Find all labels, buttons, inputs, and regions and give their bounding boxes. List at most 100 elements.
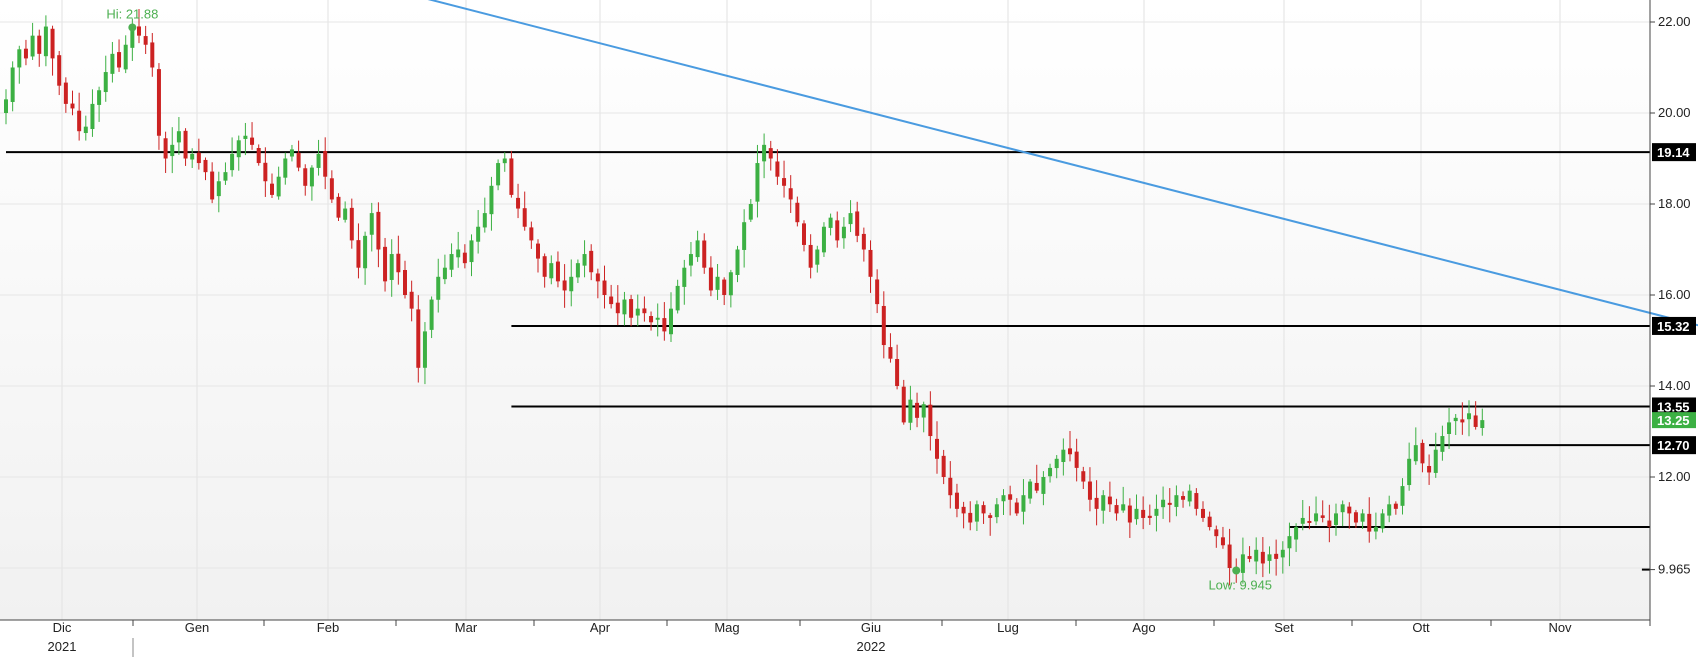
candle-body — [1074, 451, 1079, 468]
candle-body — [908, 399, 913, 423]
candle-body — [569, 276, 574, 292]
price-tick-label: 22.00 — [1658, 14, 1691, 29]
candle-body — [928, 404, 933, 437]
month-label: Ott — [1412, 620, 1430, 635]
candle-body — [655, 317, 660, 320]
candle-body — [349, 207, 354, 241]
candle-body — [183, 130, 188, 159]
month-label: Mag — [714, 620, 739, 635]
candle-body — [23, 48, 28, 59]
candle-body — [363, 235, 368, 269]
candle-body — [276, 176, 281, 197]
candle-body — [1114, 505, 1119, 514]
candle-body — [1147, 515, 1152, 518]
candle-body — [502, 158, 507, 164]
level-price-tag-text: 19.14 — [1657, 145, 1690, 160]
candle-body — [642, 308, 647, 314]
candle — [821, 222, 826, 257]
candle-body — [602, 280, 607, 295]
candle-body — [230, 153, 235, 171]
candle-body — [1034, 482, 1039, 491]
candle-body — [861, 233, 866, 250]
candle-body — [1473, 415, 1478, 427]
candle-body — [888, 347, 893, 359]
candle-body — [1001, 495, 1006, 502]
chart-root: Hi: 21.88 Low: 9.945 22.00 20.00 18.00 16.00… — [0, 0, 1698, 657]
candle-body — [988, 515, 993, 518]
candle-body — [1041, 477, 1046, 494]
candle-body — [1061, 449, 1066, 463]
last-price-tag: 13.25 — [1652, 412, 1696, 429]
candle-body — [981, 505, 986, 514]
level-price-tag-text: 15.32 — [1657, 319, 1690, 334]
candle-body — [456, 249, 461, 258]
candle-body — [236, 140, 241, 158]
high-marker — [128, 23, 137, 32]
candle-body — [476, 226, 481, 242]
candle-body — [1267, 554, 1272, 561]
candle-body — [1327, 520, 1332, 528]
candle-body — [516, 197, 521, 209]
candle-body — [1028, 481, 1033, 499]
candle-body — [1141, 509, 1146, 518]
candle-body — [1207, 516, 1212, 528]
candle-body — [316, 153, 321, 168]
candle-body — [449, 254, 454, 270]
candle-body — [416, 309, 421, 368]
candle-body — [915, 402, 920, 418]
candle-body — [37, 35, 42, 54]
candle-body — [542, 256, 547, 277]
candle-body — [1400, 486, 1405, 506]
candle-body — [150, 42, 155, 68]
month-label: Apr — [590, 620, 611, 635]
candle-body — [196, 152, 201, 164]
month-label: Gen — [185, 620, 210, 635]
candle-body — [496, 163, 501, 186]
price-tick-label: 9.965 — [1658, 562, 1691, 577]
candle-body — [1367, 513, 1372, 532]
month-label: Giu — [861, 620, 881, 635]
candle-body — [1413, 445, 1418, 462]
candle-body — [522, 208, 527, 227]
candle-body — [1107, 496, 1112, 505]
candle-body — [755, 163, 760, 202]
candle-body — [1154, 508, 1159, 516]
candle-body — [1373, 527, 1378, 532]
candle-body — [954, 492, 959, 509]
candle-body — [50, 28, 55, 59]
candle-body — [762, 144, 767, 162]
candle-body — [775, 161, 780, 177]
candle-body — [117, 52, 122, 68]
candle-body — [17, 49, 22, 68]
candle-body — [1247, 556, 1252, 559]
candle-body — [722, 279, 727, 295]
candle-body — [802, 223, 806, 245]
candle-body — [555, 261, 560, 282]
candle-body — [210, 171, 215, 200]
price-tick-label: 20.00 — [1658, 105, 1691, 120]
candle-body — [875, 279, 880, 305]
candle-body — [921, 404, 926, 418]
candle-body — [383, 246, 388, 282]
candle-body — [1174, 495, 1179, 507]
candle-body — [835, 220, 840, 241]
candle-body — [1314, 513, 1319, 522]
candle-body — [536, 243, 540, 259]
candle-body — [768, 148, 773, 159]
candle-body — [841, 226, 846, 239]
candlestick-chart: Hi: 21.88 Low: 9.945 22.00 20.00 18.00 16.00… — [0, 0, 1698, 657]
time-axis-background — [0, 620, 1698, 657]
candle-body — [1353, 512, 1358, 523]
candle-body — [43, 26, 48, 57]
month-label: Feb — [317, 620, 339, 635]
price-tick-label: 16.00 — [1658, 287, 1691, 302]
candle-body — [549, 263, 554, 279]
candle-body — [782, 178, 787, 186]
candle-body — [190, 153, 195, 160]
candle-body — [1347, 506, 1352, 514]
candle-body — [629, 299, 634, 318]
candle-body — [369, 213, 374, 235]
candle-body — [409, 291, 414, 309]
candle-body — [1420, 442, 1425, 464]
candle-body — [1387, 504, 1392, 516]
